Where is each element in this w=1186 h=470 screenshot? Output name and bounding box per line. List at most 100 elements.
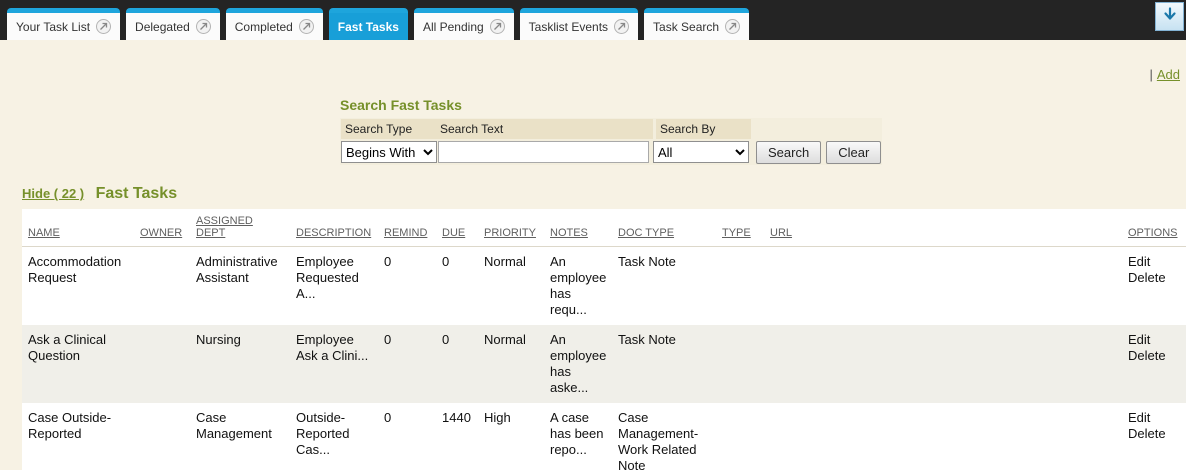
tab-your-task-list[interactable]: Your Task List xyxy=(7,8,120,40)
search-labels-band: Search Type Search Text xyxy=(341,119,653,139)
cell-priority: High xyxy=(478,403,544,470)
tab-task-search[interactable]: Task Search xyxy=(644,8,749,40)
tab-label: Fast Tasks xyxy=(338,20,399,34)
cell-due: 0 xyxy=(436,325,478,403)
search-text-input[interactable] xyxy=(438,141,649,163)
cell-name: Accommodation Request xyxy=(22,247,134,326)
fast-tasks-table: NAME OWNER ASSIGNED DEPT DESCRIPTION REM… xyxy=(22,209,1186,470)
search-form: Search Type Search Text Search By Begins… xyxy=(340,118,882,165)
edit-link[interactable]: Edit xyxy=(1128,254,1180,270)
search-by-select[interactable]: All xyxy=(653,141,749,163)
col-header-url[interactable]: URL xyxy=(764,209,1122,247)
cell-due: 0 xyxy=(436,247,478,326)
search-type-label: Search Type xyxy=(345,122,440,136)
delete-link[interactable]: Delete xyxy=(1128,270,1180,286)
tab-delegated[interactable]: Delegated xyxy=(126,8,220,40)
list-title: Fast Tasks xyxy=(96,185,178,202)
cell-assigned-dept: Nursing xyxy=(190,325,290,403)
search-fast-tasks-panel: Search Fast Tasks Search Type Search Tex… xyxy=(340,97,880,165)
cell-owner xyxy=(134,403,190,470)
col-header-name[interactable]: NAME xyxy=(22,209,134,247)
delete-link[interactable]: Delete xyxy=(1128,426,1180,442)
col-header-assigned-dept[interactable]: ASSIGNED DEPT xyxy=(190,209,290,247)
col-header-description[interactable]: DESCRIPTION xyxy=(290,209,378,247)
col-header-type[interactable]: TYPE xyxy=(716,209,764,247)
col-header-due[interactable]: DUE xyxy=(436,209,478,247)
table-header-row: NAME OWNER ASSIGNED DEPT DESCRIPTION REM… xyxy=(22,209,1186,247)
search-button[interactable]: Search xyxy=(756,141,821,164)
cell-notes: A case has been repo... xyxy=(544,403,612,470)
tab-all-pending[interactable]: All Pending xyxy=(414,8,514,40)
open-new-window-icon[interactable] xyxy=(725,19,740,34)
tab-label: All Pending xyxy=(423,20,484,34)
cell-doc-type: Case Management-Work Related Note xyxy=(612,403,716,470)
cell-notes: An employee has aske... xyxy=(544,325,612,403)
cell-priority: Normal xyxy=(478,325,544,403)
table-row: Case Outside-Reported Case Management Ou… xyxy=(22,403,1186,470)
table-row: Accommodation Request Administrative Ass… xyxy=(22,247,1186,326)
col-header-priority[interactable]: PRIORITY xyxy=(478,209,544,247)
table-row: Ask a Clinical Question Nursing Employee… xyxy=(22,325,1186,403)
search-by-band: Search By xyxy=(656,119,751,139)
tab-tasklist-events[interactable]: Tasklist Events xyxy=(520,8,638,40)
cell-options: Edit Delete xyxy=(1122,403,1186,470)
cell-remind: 0 xyxy=(378,247,436,326)
tab-fast-tasks[interactable]: Fast Tasks xyxy=(329,8,408,40)
edit-link[interactable]: Edit xyxy=(1128,410,1180,426)
cell-description: Outside-Reported Cas... xyxy=(290,403,378,470)
cell-name: Ask a Clinical Question xyxy=(22,325,134,403)
cell-description: Employee Requested A... xyxy=(290,247,378,326)
cell-owner xyxy=(134,325,190,403)
arrow-down-icon xyxy=(1162,6,1178,27)
tab-label: Tasklist Events xyxy=(529,20,608,34)
cell-remind: 0 xyxy=(378,403,436,470)
col-header-notes[interactable]: NOTES xyxy=(544,209,612,247)
open-new-window-icon[interactable] xyxy=(196,19,211,34)
col-header-remind[interactable]: REMIND xyxy=(378,209,436,247)
tab-label: Delegated xyxy=(135,20,190,34)
search-text-label: Search Text xyxy=(440,122,653,136)
cell-assigned-dept: Administrative Assistant xyxy=(190,247,290,326)
cell-assigned-dept: Case Management xyxy=(190,403,290,470)
col-header-options[interactable]: OPTIONS xyxy=(1122,209,1186,247)
toolbar-right: | Add xyxy=(0,40,1186,83)
cell-options: Edit Delete xyxy=(1122,325,1186,403)
tab-label: Your Task List xyxy=(16,20,90,34)
tab-completed[interactable]: Completed xyxy=(226,8,323,40)
cell-due: 1440 xyxy=(436,403,478,470)
search-type-select[interactable]: Begins With xyxy=(341,141,437,163)
cell-url xyxy=(764,247,1122,326)
cell-doc-type: Task Note xyxy=(612,325,716,403)
cell-url xyxy=(764,325,1122,403)
list-heading: Hide ( 22 ) Fast Tasks xyxy=(22,185,1186,203)
open-new-window-icon[interactable] xyxy=(96,19,111,34)
cell-doc-type: Task Note xyxy=(612,247,716,326)
cell-type xyxy=(716,247,764,326)
cell-remind: 0 xyxy=(378,325,436,403)
cell-options: Edit Delete xyxy=(1122,247,1186,326)
open-new-window-icon[interactable] xyxy=(299,19,314,34)
hide-link[interactable]: Hide ( 22 ) xyxy=(22,186,84,201)
tab-overflow-button[interactable] xyxy=(1155,2,1184,31)
cell-description: Employee Ask a Clini... xyxy=(290,325,378,403)
cell-type xyxy=(716,403,764,470)
tab-label: Task Search xyxy=(653,20,719,34)
edit-link[interactable]: Edit xyxy=(1128,332,1180,348)
cell-priority: Normal xyxy=(478,247,544,326)
cell-type xyxy=(716,325,764,403)
tab-bar: Your Task List Delegated Completed Fast … xyxy=(0,0,1186,40)
cell-notes: An employee has requ... xyxy=(544,247,612,326)
open-new-window-icon[interactable] xyxy=(490,19,505,34)
tab-label: Completed xyxy=(235,20,293,34)
search-by-label: Search By xyxy=(660,122,715,136)
clear-button[interactable]: Clear xyxy=(826,141,881,164)
cell-url xyxy=(764,403,1122,470)
col-header-doc-type[interactable]: DOC TYPE xyxy=(612,209,716,247)
divider: | xyxy=(1149,67,1152,82)
cell-owner xyxy=(134,247,190,326)
delete-link[interactable]: Delete xyxy=(1128,348,1180,364)
open-new-window-icon[interactable] xyxy=(614,19,629,34)
search-panel-title: Search Fast Tasks xyxy=(340,97,880,113)
col-header-owner[interactable]: OWNER xyxy=(134,209,190,247)
add-link[interactable]: Add xyxy=(1157,67,1180,82)
